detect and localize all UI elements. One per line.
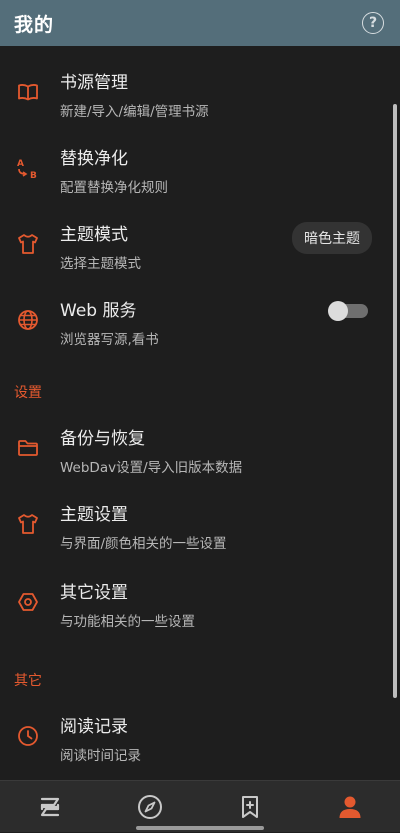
bookshelf-icon [36, 793, 64, 821]
bottom-nav [0, 780, 400, 832]
folder-icon [16, 436, 40, 460]
section-header-other: 其它 [14, 673, 42, 689]
hexagon-icon [16, 590, 40, 614]
item-subtitle: 阅读时间记录 [60, 748, 141, 764]
scrollbar[interactable] [393, 104, 397, 698]
globe-icon [16, 308, 40, 332]
menu-item-web-service[interactable]: Web 服务 浏览器写源,看书 [0, 282, 392, 358]
item-subtitle: 新建/导入/编辑/管理书源 [60, 104, 209, 120]
item-subtitle: 配置替换净化规则 [60, 180, 168, 196]
item-subtitle: 浏览器写源,看书 [60, 332, 159, 348]
nav-rss[interactable] [200, 781, 300, 833]
nav-bookshelf[interactable] [0, 781, 100, 833]
item-title: 备份与恢复 [60, 429, 145, 449]
app-bar: 我的 ? [0, 0, 400, 46]
book-icon [16, 80, 40, 104]
item-title: 阅读记录 [60, 717, 128, 737]
shirt-icon [16, 232, 40, 256]
shirt-icon [16, 512, 40, 536]
nav-my[interactable] [300, 781, 400, 833]
svg-text:B: B [30, 171, 37, 180]
menu-item-replace-rules[interactable]: A B 替换净化 配置替换净化规则 [0, 130, 392, 206]
item-title: 书源管理 [60, 73, 128, 93]
menu-item-backup-restore[interactable]: 备份与恢复 WebDav设置/导入旧版本数据 [0, 410, 392, 486]
home-indicator [136, 826, 264, 830]
menu-item-theme-settings[interactable]: 主题设置 与界面/颜色相关的一些设置 [0, 486, 392, 562]
menu-item-book-source[interactable]: 书源管理 新建/导入/编辑/管理书源 [0, 54, 392, 130]
item-title: 其它设置 [60, 583, 128, 603]
menu-item-other-settings[interactable]: 其它设置 与功能相关的一些设置 [0, 564, 392, 640]
item-subtitle: WebDav设置/导入旧版本数据 [60, 460, 243, 476]
web-service-toggle[interactable] [328, 301, 368, 321]
section-header-settings: 设置 [14, 385, 42, 401]
item-title: Web 服务 [60, 301, 137, 321]
bookmark-add-icon [236, 793, 264, 821]
person-icon [336, 793, 364, 821]
item-title: 主题设置 [60, 505, 128, 525]
item-title: 替换净化 [60, 149, 128, 169]
settings-list: 书源管理 新建/导入/编辑/管理书源 A B 替换净化 配置替换净化规则 主题模… [0, 46, 400, 780]
item-title: 主题模式 [60, 225, 128, 245]
replace-ab-icon: A B [16, 156, 40, 180]
toggle-knob [328, 301, 348, 321]
clock-icon [16, 724, 40, 748]
item-subtitle: 与功能相关的一些设置 [60, 614, 195, 630]
page-title: 我的 [14, 13, 55, 36]
menu-item-theme-mode[interactable]: 主题模式 选择主题模式 暗色主题 [0, 206, 392, 282]
item-subtitle: 与界面/颜色相关的一些设置 [60, 536, 227, 552]
compass-icon [136, 793, 164, 821]
item-subtitle: 选择主题模式 [60, 256, 141, 272]
theme-mode-value-chip[interactable]: 暗色主题 [292, 222, 372, 254]
svg-text:A: A [17, 159, 24, 169]
help-icon[interactable]: ? [362, 12, 384, 34]
nav-discover[interactable] [100, 781, 200, 833]
menu-item-read-record[interactable]: 阅读记录 阅读时间记录 [0, 698, 392, 774]
